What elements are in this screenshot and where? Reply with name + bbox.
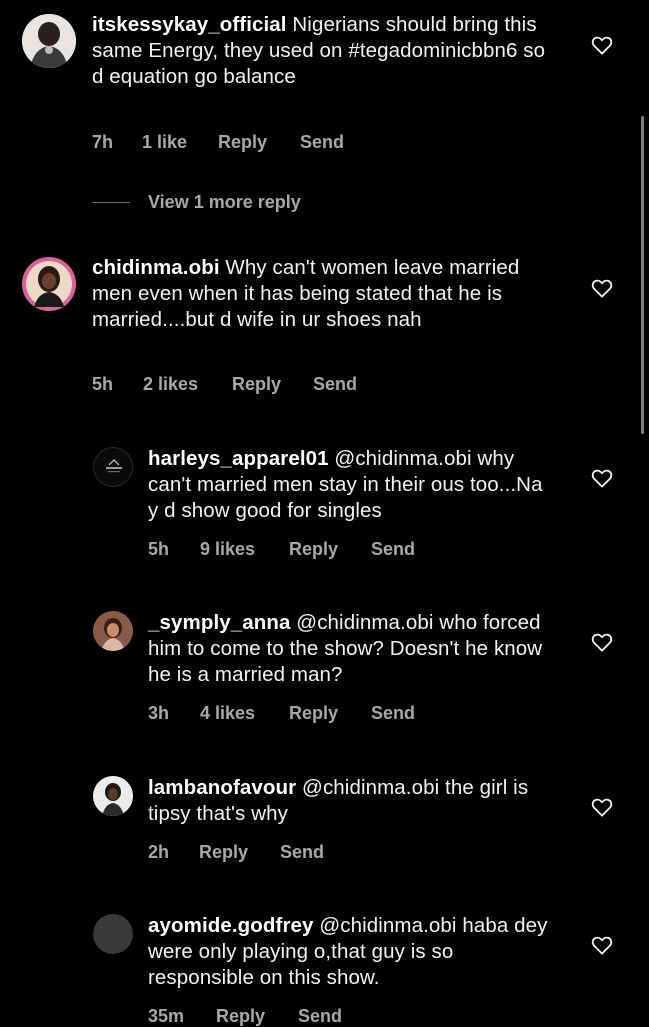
comment-username[interactable]: _symply_anna: [148, 611, 291, 634]
send-button[interactable]: Send: [371, 539, 415, 560]
avatar[interactable]: [93, 776, 133, 816]
send-button[interactable]: Send: [371, 703, 415, 724]
view-more-replies[interactable]: View 1 more reply: [92, 192, 301, 213]
comment-text: chidinma.obi Why can't women leave marri…: [92, 255, 562, 333]
comment-time: 5h: [148, 539, 170, 559]
comment-text: _symply_anna @chidinma.obi who forced hi…: [148, 610, 558, 688]
scrollbar[interactable]: [641, 116, 644, 434]
comment-text: ayomide.godfrey @chidinma.obi haba dey w…: [148, 913, 558, 991]
reply-button[interactable]: Reply: [289, 703, 371, 724]
avatar[interactable]: [93, 611, 133, 651]
comment-time: 7h: [92, 132, 114, 152]
comment-time: 3h: [148, 703, 170, 723]
send-button[interactable]: Send: [280, 842, 324, 863]
heart-outline-icon[interactable]: [591, 35, 613, 55]
heart-outline-icon[interactable]: [591, 935, 613, 955]
comment-meta: 7h 1 like Reply Send: [92, 132, 344, 153]
comment-meta: 3h 4 likes Reply Send: [148, 703, 415, 724]
view-more-label[interactable]: View 1 more reply: [148, 192, 301, 213]
comment-username[interactable]: ayomide.godfrey: [148, 914, 314, 937]
divider-line: [92, 202, 130, 203]
reply-button[interactable]: Reply: [232, 374, 313, 395]
comment-time: 2h: [148, 842, 170, 862]
comment-text: lambanofavour @chidinma.obi the girl is …: [148, 775, 558, 827]
comment-username[interactable]: itskessykay_official: [92, 13, 287, 36]
comment-meta: 2h Reply Send: [148, 842, 324, 863]
likes-count[interactable]: 9 likes: [200, 539, 289, 560]
likes-count[interactable]: 1 like: [142, 132, 218, 153]
heart-outline-icon[interactable]: [591, 278, 613, 298]
comment-username[interactable]: harleys_apparel01: [148, 447, 329, 470]
heart-outline-icon[interactable]: [591, 468, 613, 488]
heart-outline-icon[interactable]: [591, 797, 613, 817]
avatar[interactable]: [93, 914, 133, 954]
send-button[interactable]: Send: [313, 374, 357, 395]
likes-count[interactable]: 2 likes: [143, 374, 232, 395]
reply-button[interactable]: Reply: [199, 842, 280, 863]
comment-meta: 5h 2 likes Reply Send: [92, 374, 357, 395]
avatar[interactable]: [93, 447, 133, 487]
comment-text: itskessykay_official Nigerians should br…: [92, 12, 562, 90]
comment-meta: 5h 9 likes Reply Send: [148, 539, 415, 560]
send-button[interactable]: Send: [300, 132, 344, 153]
comment-text: harleys_apparel01 @chidinma.obi why can'…: [148, 446, 558, 524]
reply-button[interactable]: Reply: [218, 132, 300, 153]
avatar[interactable]: [22, 257, 76, 311]
comment-username[interactable]: lambanofavour: [148, 776, 296, 799]
avatar[interactable]: [22, 14, 76, 68]
heart-outline-icon[interactable]: [591, 632, 613, 652]
likes-count[interactable]: 4 likes: [200, 703, 289, 724]
comment-username[interactable]: chidinma.obi: [92, 256, 220, 279]
reply-button[interactable]: Reply: [289, 539, 371, 560]
comment-time: 5h: [92, 374, 114, 394]
